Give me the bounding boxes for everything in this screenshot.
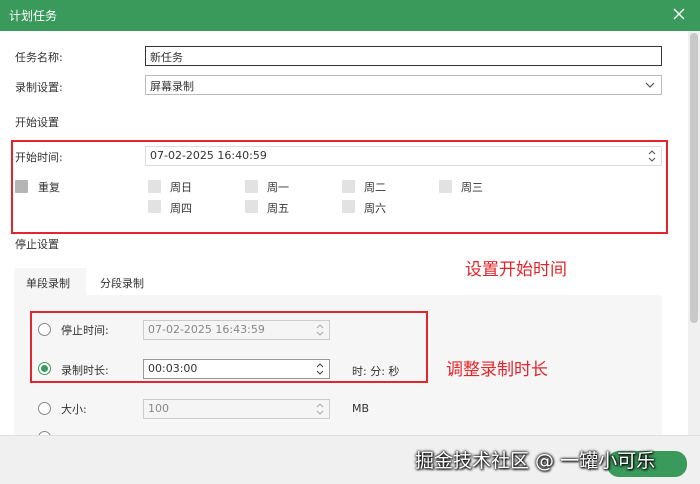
record-settings-label: 录制设置: [15, 81, 63, 94]
start-settings-heading: 开始设置 [15, 116, 59, 129]
tab-multi-segment-label: 分段录制 [100, 277, 144, 290]
stop-settings-heading: 停止设置 [15, 238, 59, 251]
record-settings-select[interactable]: 屏幕录制 [145, 75, 662, 95]
record-settings-value: 屏幕录制 [150, 80, 194, 93]
start-time-note: 设置开始时间 [465, 260, 567, 280]
watermark: 掘金技术社区 @ 一罐小可乐 [415, 450, 656, 472]
title-bar: 计划任务 [0, 0, 700, 31]
scrollbar-thumb[interactable] [690, 33, 698, 323]
chevron-down-icon [645, 82, 655, 88]
start-time-highlight [11, 140, 668, 234]
size-input[interactable]: 100 [143, 399, 330, 419]
size-label: 大小: [61, 403, 87, 416]
size-radio[interactable] [38, 402, 51, 415]
size-value: 100 [148, 402, 169, 415]
tab-single-segment-label: 单段录制 [26, 277, 70, 290]
duration-note: 调整录制时长 [446, 360, 548, 380]
task-name-label: 任务名称: [15, 51, 63, 64]
tab-single-segment[interactable]: 单段录制 [14, 268, 86, 295]
scrollbar[interactable] [688, 31, 700, 435]
spinner-icon[interactable] [315, 401, 325, 417]
close-icon[interactable] [668, 3, 690, 25]
duration-highlight [30, 311, 428, 383]
size-unit: MB [352, 402, 370, 415]
task-name-input[interactable]: 新任务 [145, 46, 662, 66]
task-name-value: 新任务 [150, 51, 183, 64]
tab-multi-segment[interactable]: 分段录制 [86, 268, 162, 295]
window-title: 计划任务 [9, 9, 58, 23]
